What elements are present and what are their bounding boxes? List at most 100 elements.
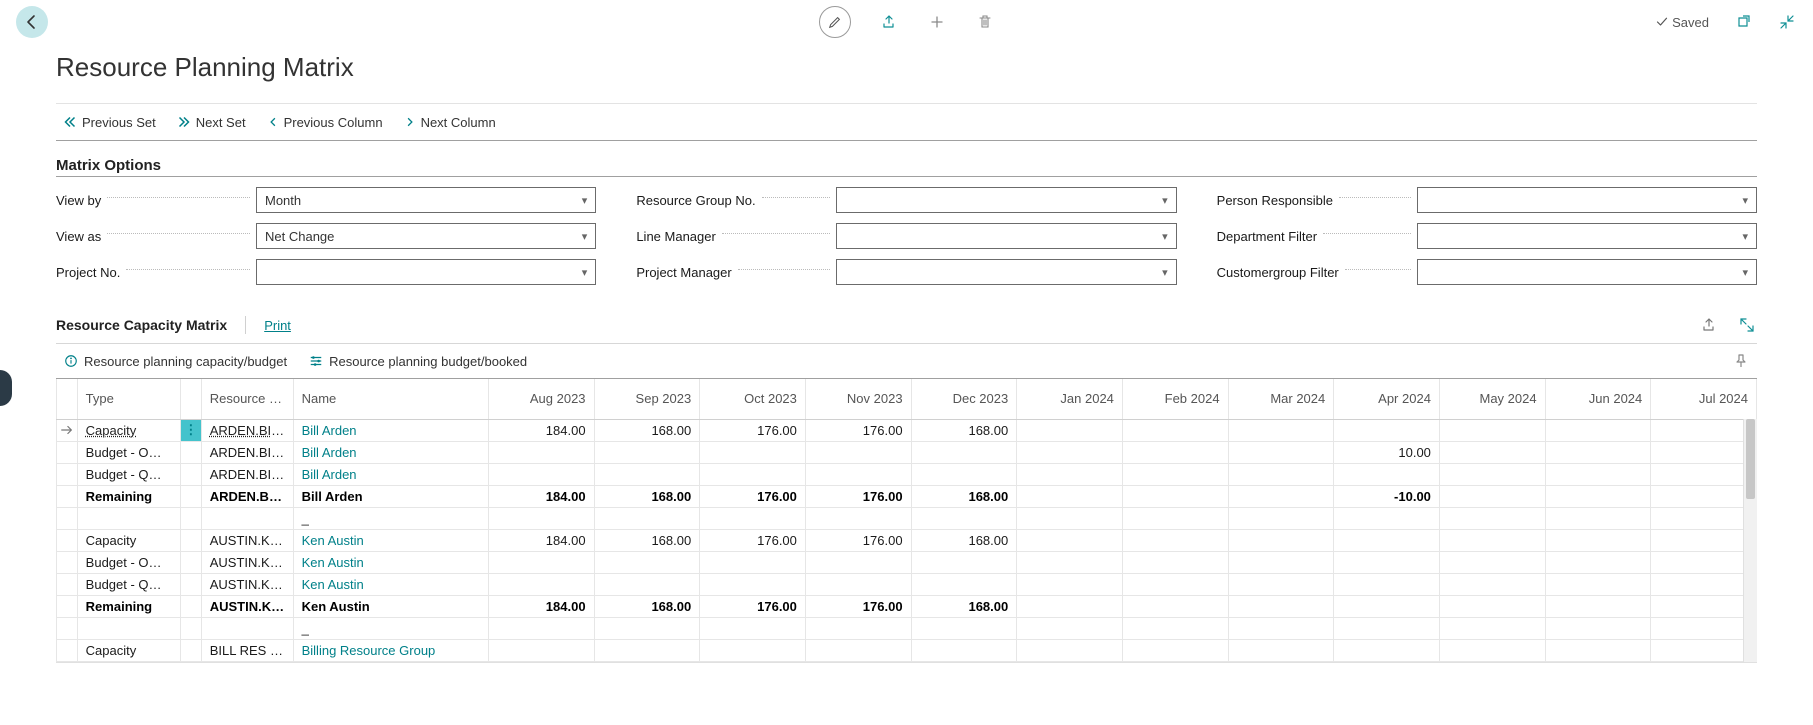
cell-resource-no[interactable]: AUSTIN.KEN xyxy=(201,573,293,595)
cell-value[interactable] xyxy=(1122,441,1228,463)
cell-value[interactable] xyxy=(1334,595,1440,617)
view-as-select[interactable]: Net Change▾ xyxy=(256,223,596,249)
row-selector[interactable] xyxy=(57,573,78,595)
table-row[interactable]: Budget - O…AUSTIN.KENKen Austin xyxy=(57,551,1757,573)
row-selector[interactable] xyxy=(57,639,78,661)
col-header-month[interactable]: Nov 2023 xyxy=(805,379,911,419)
cell-value[interactable] xyxy=(805,617,911,639)
cell-value[interactable] xyxy=(1122,617,1228,639)
collapse-button[interactable] xyxy=(1777,12,1797,32)
cell-value[interactable] xyxy=(1017,419,1123,441)
cell-value[interactable] xyxy=(1228,529,1334,551)
cell-type[interactable]: Budget - Q… xyxy=(77,463,180,485)
previous-column-button[interactable]: Previous Column xyxy=(268,115,383,130)
cell-value[interactable]: 176.00 xyxy=(805,529,911,551)
cell-value[interactable] xyxy=(1439,639,1545,661)
col-header-month[interactable]: Jan 2024 xyxy=(1017,379,1123,419)
new-button[interactable] xyxy=(927,12,947,32)
person-responsible-select[interactable]: ▾ xyxy=(1417,187,1757,213)
cell-value[interactable] xyxy=(594,507,700,529)
cell-value[interactable] xyxy=(1545,507,1651,529)
cell-value[interactable] xyxy=(1017,485,1123,507)
row-more-actions[interactable] xyxy=(181,639,202,661)
cell-value[interactable] xyxy=(1228,507,1334,529)
cell-value[interactable] xyxy=(1228,573,1334,595)
cell-value[interactable] xyxy=(700,639,806,661)
cell-value[interactable] xyxy=(1017,595,1123,617)
cell-value[interactable]: 184.00 xyxy=(488,529,594,551)
cell-value[interactable] xyxy=(700,441,806,463)
cell-resource-no[interactable]: ARDEN.BILL xyxy=(201,463,293,485)
cell-value[interactable] xyxy=(1545,463,1651,485)
cell-resource-no[interactable]: AUSTIN.KEN xyxy=(201,595,293,617)
cell-value[interactable] xyxy=(1439,573,1545,595)
cell-name[interactable]: Ken Austin xyxy=(293,551,488,573)
cell-value[interactable] xyxy=(1334,529,1440,551)
cell-value[interactable] xyxy=(1334,639,1440,661)
cell-value[interactable] xyxy=(1228,419,1334,441)
cell-value[interactable] xyxy=(1651,529,1757,551)
cell-value[interactable] xyxy=(1651,551,1757,573)
cell-type[interactable]: Remaining xyxy=(77,485,180,507)
cell-value[interactable] xyxy=(911,507,1017,529)
vertical-scrollbar[interactable] xyxy=(1743,419,1757,662)
cell-value[interactable] xyxy=(1334,551,1440,573)
cell-value[interactable] xyxy=(1334,419,1440,441)
row-more-actions[interactable] xyxy=(181,573,202,595)
customergroup-filter-select[interactable]: ▾ xyxy=(1417,259,1757,285)
pin-button[interactable] xyxy=(1733,353,1749,369)
cell-value[interactable]: 176.00 xyxy=(700,595,806,617)
cell-value[interactable] xyxy=(1017,573,1123,595)
cell-resource-no[interactable]: AUSTIN.KEN xyxy=(201,529,293,551)
cell-value[interactable] xyxy=(1122,507,1228,529)
open-new-window-button[interactable] xyxy=(1733,12,1753,32)
cell-value[interactable]: 176.00 xyxy=(805,419,911,441)
cell-value[interactable] xyxy=(911,573,1017,595)
cell-value[interactable] xyxy=(1439,595,1545,617)
col-header-month[interactable]: Aug 2023 xyxy=(488,379,594,419)
cell-name[interactable]: Bill Arden xyxy=(293,485,488,507)
cell-value[interactable] xyxy=(700,573,806,595)
cell-value[interactable] xyxy=(805,507,911,529)
col-header-type[interactable]: Type xyxy=(77,379,180,419)
edit-button[interactable] xyxy=(819,6,851,38)
cell-value[interactable] xyxy=(1545,441,1651,463)
cell-type[interactable] xyxy=(77,617,180,639)
cell-value[interactable] xyxy=(1228,617,1334,639)
resource-group-no-select[interactable]: ▾ xyxy=(836,187,1176,213)
cell-value[interactable] xyxy=(1017,617,1123,639)
col-header-month[interactable]: Feb 2024 xyxy=(1122,379,1228,419)
table-row[interactable]: Budget - Q…AUSTIN.KENKen Austin xyxy=(57,573,1757,595)
col-header-name[interactable]: Name xyxy=(293,379,488,419)
cell-value[interactable] xyxy=(1439,617,1545,639)
cell-value[interactable] xyxy=(805,573,911,595)
cell-name[interactable]: Ken Austin xyxy=(293,529,488,551)
cell-value[interactable] xyxy=(1651,639,1757,661)
cell-value[interactable] xyxy=(1651,463,1757,485)
cell-value[interactable] xyxy=(1439,529,1545,551)
cell-value[interactable] xyxy=(1545,617,1651,639)
cell-value[interactable]: 168.00 xyxy=(911,419,1017,441)
table-row[interactable]: CapacityBILL RES GR…Billing Resource Gro… xyxy=(57,639,1757,661)
col-header-month[interactable]: Jul 2024 xyxy=(1651,379,1757,419)
cell-value[interactable] xyxy=(594,463,700,485)
cell-value[interactable] xyxy=(700,507,806,529)
cell-value[interactable] xyxy=(1545,551,1651,573)
cell-value[interactable] xyxy=(594,639,700,661)
cell-type[interactable] xyxy=(77,507,180,529)
cell-value[interactable]: 184.00 xyxy=(488,419,594,441)
cell-value[interactable] xyxy=(488,507,594,529)
table-row[interactable]: CapacityAUSTIN.KENKen Austin184.00168.00… xyxy=(57,529,1757,551)
cell-value[interactable]: 168.00 xyxy=(594,419,700,441)
cell-name[interactable]: Ken Austin xyxy=(293,573,488,595)
row-more-actions[interactable] xyxy=(181,441,202,463)
row-selector[interactable] xyxy=(57,617,78,639)
share-button[interactable] xyxy=(879,12,899,32)
cell-value[interactable] xyxy=(1651,485,1757,507)
cell-name[interactable]: _ xyxy=(293,507,488,529)
table-row[interactable]: Budget - O…ARDEN.BILLBill Arden10.00 xyxy=(57,441,1757,463)
cell-value[interactable] xyxy=(1545,639,1651,661)
cell-resource-no[interactable]: ARDEN.BILL xyxy=(201,419,293,441)
row-selector[interactable] xyxy=(57,595,78,617)
cell-value[interactable] xyxy=(1545,573,1651,595)
